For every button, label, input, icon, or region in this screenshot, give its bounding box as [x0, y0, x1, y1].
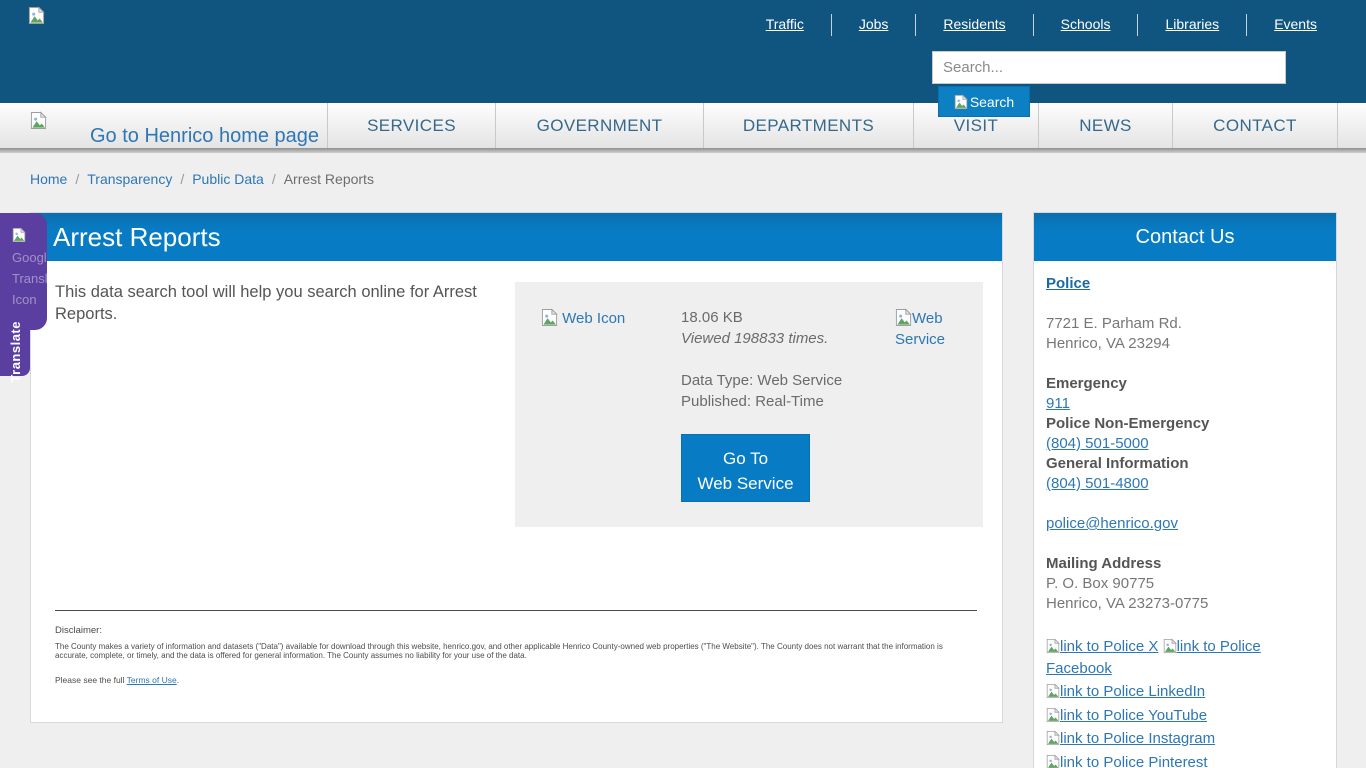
utility-nav: Traffic Jobs Residents Schools Libraries…: [739, 14, 1344, 36]
google-translate-broken-image-icon: [12, 227, 26, 243]
general-info-phone-link[interactable]: (804) 501-4800: [1046, 475, 1149, 492]
police-instagram-link[interactable]: link to Police Instagram: [1046, 730, 1215, 747]
search-icon: [954, 94, 968, 110]
mailing-address-label: Mailing Address: [1046, 554, 1324, 574]
utility-link-libraries[interactable]: Libraries: [1165, 16, 1219, 32]
page-title-bar: Arrest Reports: [31, 213, 1002, 261]
breadcrumb-separator: /: [75, 171, 79, 187]
web-service-link[interactable]: Web Service: [895, 308, 967, 350]
home-link-label: Go to Henrico home page: [90, 125, 319, 148]
emergency-phone-link[interactable]: 911: [1046, 395, 1070, 412]
breadcrumb-current: Arrest Reports: [284, 171, 374, 187]
contact-card: Contact Us Police 7721 E. Parham Rd. Hen…: [1033, 212, 1337, 768]
disclaimer-body: The County makes a variety of informatio…: [55, 642, 977, 660]
disclaimer-divider: [55, 610, 977, 611]
police-pinterest-link[interactable]: link to Police Pinterest: [1046, 754, 1208, 768]
disclaimer-terms-line: Please see the full Terms of Use.: [55, 675, 977, 685]
web-service-broken-image-icon: [895, 308, 912, 327]
page-title: Arrest Reports: [31, 222, 221, 253]
breadcrumb-transparency[interactable]: Transparency: [87, 171, 172, 187]
dataset-info: 18.06 KB Viewed 198833 times. Data Type:…: [681, 307, 896, 502]
breadcrumb: Home / Transparency / Public Data / Arrest Rep…: [30, 171, 374, 187]
published: Published: Real-Time: [681, 391, 896, 412]
disclaimer-section: Disclaimer: The County makes a variety o…: [55, 610, 977, 685]
x-broken-image-icon: [1046, 638, 1060, 654]
utility-link-events[interactable]: Events: [1274, 16, 1317, 32]
google-translate-icon-alt-text: Google Translate Icon: [12, 247, 47, 310]
main-content-card: Arrest Reports This data search tool wil…: [30, 212, 1003, 723]
contact-label: Police Non-Emergency: [1046, 414, 1324, 434]
mailing-line: P. O. Box 90775: [1046, 574, 1324, 594]
data-type: Data Type: Web Service: [681, 370, 896, 391]
nav-item-departments[interactable]: DEPARTMENTS: [703, 103, 913, 148]
address-line: Henrico, VA 23294: [1046, 334, 1324, 354]
utility-link-schools[interactable]: Schools: [1061, 16, 1111, 32]
search-button[interactable]: Search: [938, 86, 1030, 117]
contact-body: Police 7721 E. Parham Rd. Henrico, VA 23…: [1034, 261, 1336, 768]
youtube-broken-image-icon: [1046, 707, 1060, 723]
mailing-line: Henrico, VA 23273-0775: [1046, 594, 1324, 614]
utility-link-traffic[interactable]: Traffic: [766, 16, 804, 32]
terms-of-use-link[interactable]: Terms of Use: [127, 675, 177, 685]
search-button-label: Search: [970, 94, 1014, 110]
home-link[interactable]: Go to Henrico home page: [0, 103, 327, 148]
email-link[interactable]: police@henrico.gov: [1046, 515, 1178, 532]
translate-tab[interactable]: Translate: [0, 328, 30, 376]
breadcrumb-home[interactable]: Home: [30, 171, 67, 187]
breadcrumb-separator: /: [180, 171, 184, 187]
facebook-broken-image-icon: [1163, 638, 1177, 654]
instagram-broken-image-icon: [1046, 730, 1060, 746]
linkedin-broken-image-icon: [1046, 683, 1060, 699]
disclaimer-heading: Disclaimer:: [55, 625, 977, 636]
translate-tab-label: Translate: [8, 321, 23, 383]
non-emergency-phone-link[interactable]: (804) 501-5000: [1046, 435, 1149, 452]
main-content-body: This data search tool will help you sear…: [31, 261, 1002, 722]
breadcrumb-public-data[interactable]: Public Data: [192, 171, 264, 187]
web-broken-image-icon: [541, 308, 558, 327]
contact-label: Emergency: [1046, 374, 1324, 394]
search-input[interactable]: [932, 51, 1286, 84]
go-to-web-service-button[interactable]: Go To Web Service: [681, 434, 810, 502]
address-line: 7721 E. Parham Rd.: [1046, 314, 1324, 334]
view-count: Viewed 198833 times.: [681, 328, 896, 349]
page-description: This data search tool will help you sear…: [55, 281, 505, 325]
nav-filler: [1337, 103, 1366, 148]
web-icon-link[interactable]: Web Icon: [541, 308, 625, 327]
google-translate-button[interactable]: Google Translate Icon: [0, 213, 47, 330]
police-linkedin-link[interactable]: link to Police LinkedIn: [1046, 683, 1205, 700]
contact-label: General Information: [1046, 454, 1324, 474]
site-header: Traffic Jobs Residents Schools Libraries…: [0, 0, 1366, 103]
pinterest-broken-image-icon: [1046, 754, 1060, 768]
nav-item-contact[interactable]: CONTACT: [1172, 103, 1337, 148]
nav-item-services[interactable]: SERVICES: [327, 103, 495, 148]
nav-item-government[interactable]: GOVERNMENT: [495, 103, 703, 148]
police-x-link[interactable]: link to Police X: [1046, 638, 1158, 655]
main-nav: Go to Henrico home page SERVICES GOVERNM…: [0, 103, 1366, 148]
police-youtube-link[interactable]: link to Police YouTube: [1046, 707, 1207, 724]
nav-bottom-divider: [0, 148, 1366, 153]
contact-title: Contact Us: [1034, 226, 1336, 249]
web-icon-alt-text: Web Icon: [562, 310, 625, 327]
translate-widget: Google Translate Icon Translate: [0, 213, 47, 376]
page: Traffic Jobs Residents Schools Libraries…: [0, 0, 1366, 768]
dataset-panel: Web Icon 18.06 KB Viewed 198833 times. D…: [515, 282, 983, 527]
utility-link-residents[interactable]: Residents: [943, 16, 1005, 32]
nav-item-news[interactable]: NEWS: [1038, 103, 1172, 148]
breadcrumb-separator: /: [272, 171, 276, 187]
utility-link-jobs[interactable]: Jobs: [859, 16, 889, 32]
police-department-link[interactable]: Police: [1046, 275, 1090, 292]
contact-title-bar: Contact Us: [1034, 213, 1336, 261]
file-size: 18.06 KB: [681, 307, 896, 328]
home-logo-broken-image-icon: [30, 111, 47, 130]
henrico-logo-broken-image-icon[interactable]: [28, 6, 45, 25]
